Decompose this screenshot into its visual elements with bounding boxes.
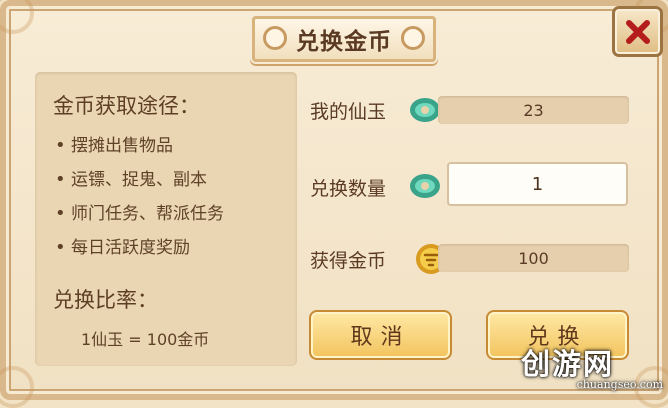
watermark-main: 创游网 [521, 347, 615, 381]
gold-received-value-bar: 100 [438, 244, 629, 272]
jade-icon [410, 174, 440, 198]
gold-received-value: 100 [518, 248, 549, 268]
cancel-button-label: 取消 [350, 325, 411, 350]
close-icon [625, 19, 650, 44]
jade-icon [410, 98, 440, 122]
rate-title: 兑换比率： [53, 288, 158, 312]
route-item: • 每日活跃度奖励 [55, 237, 190, 258]
watermark: 创游网 chuangseo.com [521, 350, 663, 398]
bottom-left-ornament [0, 366, 34, 408]
bullet: • [55, 169, 66, 190]
route-item: • 师门任务、帮派任务 [55, 203, 224, 224]
gold-received-label: 获得金币 [310, 250, 387, 272]
bullet: • [55, 237, 66, 258]
my-jade-label: 我的仙玉 [310, 101, 387, 123]
exchange-quantity-value: 1 [531, 173, 544, 195]
close-button[interactable] [612, 6, 663, 57]
gold-route-panel: 金币获取途径： • 摆摊出售物品 • 运镖、捉鬼、副本 • 师门任务、帮派任务 • 每日… [35, 72, 297, 366]
route-item: • 运镖、捉鬼、副本 [55, 169, 207, 190]
route-list: • 摆摊出售物品 • 运镖、捉鬼、副本 • 师门任务、帮派任务 • 每日活跃度奖励 [55, 133, 224, 269]
exchange-quantity-label: 兑换数量 [310, 178, 387, 200]
title-ribbon: 兑换金币 [252, 16, 436, 62]
cancel-button[interactable]: 取消 [309, 310, 452, 360]
exchange-quantity-input[interactable]: 1 [447, 162, 628, 206]
bullet: • [55, 135, 66, 156]
route-title: 金币获取途径： [53, 94, 200, 118]
top-left-ornament [0, 0, 34, 34]
my-jade-value-bar: 23 [438, 96, 629, 124]
rate-value: 1仙玉 = 100金币 [81, 330, 210, 349]
route-item: • 摆摊出售物品 [55, 135, 173, 156]
dialog-title: 兑换金币 [296, 29, 392, 55]
bullet: • [55, 203, 66, 224]
my-jade-value: 23 [523, 100, 544, 120]
